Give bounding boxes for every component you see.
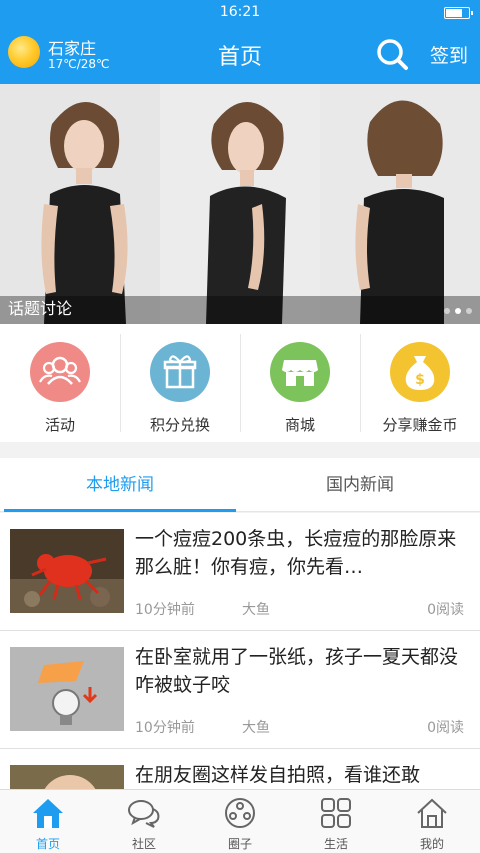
status-bar: 16:21 <box>0 0 480 26</box>
news-tabs: 本地新闻 国内新闻 <box>0 458 480 512</box>
news-title[interactable]: 一个痘痘200条虫，长痘痘的那脸原来那么脏！你有痘，你先看… <box>135 525 465 581</box>
svg-text:$: $ <box>415 372 425 388</box>
weather-temperature[interactable]: 17℃/28℃ <box>48 57 110 71</box>
app-screen: 16:21 石家庄 17℃/28℃ 首页 签到 话题讨论 活动 积分兑换 商城 … <box>0 0 480 853</box>
news-source: 大鱼 <box>242 602 270 618</box>
people-icon <box>30 342 90 402</box>
header-bar: 石家庄 17℃/28℃ 首页 签到 <box>0 26 480 84</box>
carousel-dot-active[interactable] <box>455 308 461 314</box>
quick-entry-activity[interactable]: 活动 <box>0 324 120 442</box>
news-reads: 0阅读 <box>427 602 464 618</box>
tab-active-indicator <box>4 509 236 512</box>
news-time: 10分钟前 <box>135 720 195 736</box>
signin-button[interactable]: 签到 <box>430 41 468 68</box>
status-time: 16:21 <box>219 4 261 20</box>
quick-entry-share-earn[interactable]: $ 分享赚金币 <box>360 324 480 442</box>
sun-icon[interactable] <box>8 36 40 68</box>
battery-icon <box>444 7 473 19</box>
tab-local-news[interactable]: 本地新闻 <box>0 458 240 512</box>
news-title[interactable]: 在卧室就用了一张纸，孩子一夏天都没咋被蚊子咬 <box>135 643 465 699</box>
nav-circle[interactable]: 圈子 <box>192 790 288 853</box>
news-item[interactable]: 在卧室就用了一张纸，孩子一夏天都没咋被蚊子咬 10分钟前 大鱼 0阅读 <box>0 631 480 749</box>
news-item[interactable]: 一个痘痘200条虫，长痘痘的那脸原来那么脏！你有痘，你先看… 10分钟前 大鱼 … <box>0 513 480 631</box>
banner-caption: 话题讨论 <box>8 299 73 318</box>
gift-icon <box>150 342 210 402</box>
weather-city[interactable]: 石家庄 <box>48 35 96 59</box>
store-icon <box>270 342 330 402</box>
quick-entry-label: 积分兑换 <box>149 416 210 434</box>
nav-label: 我的 <box>419 837 444 851</box>
banner-image[interactable] <box>0 84 480 324</box>
quick-entry-grid: 活动 积分兑换 商城 $ 分享赚金币 <box>0 324 480 442</box>
quick-entry-store[interactable]: 商城 <box>240 324 360 442</box>
chat-bubbles-icon <box>128 800 160 828</box>
nav-mine[interactable]: 我的 <box>384 790 480 853</box>
circle-icon <box>225 798 255 828</box>
news-thumbnail[interactable] <box>10 529 124 613</box>
news-item[interactable]: 在朋友圈这样发自拍照，看谁还敢 <box>0 749 480 789</box>
home-icon <box>33 799 63 828</box>
nav-life[interactable]: 生活 <box>288 790 384 853</box>
search-button[interactable] <box>374 36 410 72</box>
news-thumbnail[interactable] <box>10 765 124 789</box>
quick-entry-label: 活动 <box>44 416 75 434</box>
quick-entry-points-exchange[interactable]: 积分兑换 <box>120 324 240 442</box>
news-reads: 0阅读 <box>427 720 464 736</box>
house-outline-icon <box>417 798 447 828</box>
nav-label: 首页 <box>35 837 60 851</box>
nav-label: 生活 <box>323 837 348 851</box>
quick-entry-label: 商城 <box>284 416 315 434</box>
nav-label: 社区 <box>131 837 156 851</box>
banner-carousel[interactable]: 话题讨论 <box>0 84 480 324</box>
carousel-dot[interactable] <box>444 308 450 314</box>
bottom-navigation: 首页 社区 圈子 生活 我的 <box>0 789 480 853</box>
carousel-dot[interactable] <box>466 308 472 314</box>
carousel-indicator <box>444 308 472 314</box>
tab-domestic-news[interactable]: 国内新闻 <box>240 458 480 512</box>
news-list: 一个痘痘200条虫，长痘痘的那脸原来那么脏！你有痘，你先看… 10分钟前 大鱼 … <box>0 513 480 789</box>
search-icon <box>377 39 408 70</box>
quick-entry-label: 分享赚金币 <box>382 416 458 434</box>
news-source: 大鱼 <box>242 720 270 736</box>
nav-home[interactable]: 首页 <box>0 790 96 853</box>
grid-icon <box>321 798 351 828</box>
nav-label: 圈子 <box>227 837 252 851</box>
news-title[interactable]: 在朋友圈这样发自拍照，看谁还敢 <box>135 761 465 789</box>
news-thumbnail[interactable] <box>10 647 124 731</box>
money-bag-icon: $ <box>390 342 450 402</box>
nav-community[interactable]: 社区 <box>96 790 192 853</box>
news-time: 10分钟前 <box>135 602 195 618</box>
